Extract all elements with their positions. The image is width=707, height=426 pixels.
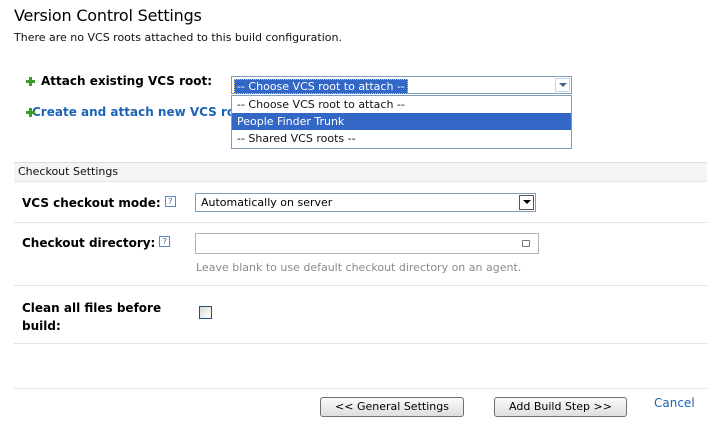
page-title: Version Control Settings — [14, 6, 202, 25]
plus-icon — [26, 76, 35, 86]
vcs-root-select-value: -- Choose VCS root to attach -- — [234, 79, 408, 94]
checkout-mode-label-row: VCS checkout mode:? — [22, 196, 176, 210]
create-vcs-root-label[interactable]: Create and attach new VCS root — [32, 105, 231, 119]
attach-vcs-root-row: Attach existing VCS root: — [26, 74, 212, 88]
checkout-dir-label-row: Checkout directory:? — [22, 236, 171, 250]
chevron-down-icon[interactable] — [555, 78, 570, 92]
general-settings-button[interactable]: << General Settings — [320, 397, 464, 417]
clean-files-label: Clean all files before build: — [22, 299, 161, 335]
chevron-down-icon[interactable] — [519, 195, 534, 210]
clean-files-label-line1: Clean all files before — [22, 301, 162, 315]
vcs-root-select[interactable]: -- Choose VCS root to attach -- — [231, 76, 572, 94]
checkout-dir-hint: Leave blank to use default checkout dire… — [196, 261, 522, 274]
help-icon[interactable]: ? — [164, 196, 176, 207]
checkout-mode-select[interactable]: Automatically on server — [195, 193, 536, 212]
row-divider — [14, 222, 707, 223]
checkout-dir-label: Checkout directory: — [22, 236, 156, 250]
row-divider — [14, 343, 707, 344]
cancel-link[interactable]: Cancel — [654, 396, 695, 410]
create-vcs-root-link[interactable]: Create and attach new VCS root — [26, 105, 231, 119]
page-subtitle: There are no VCS roots attached to this … — [14, 31, 342, 44]
dropdown-option-people-finder-trunk[interactable]: People Finder Trunk — [232, 113, 571, 130]
checkout-mode-value: Automatically on server — [201, 196, 333, 209]
directory-picker-icon[interactable] — [522, 240, 530, 247]
clean-files-checkbox[interactable] — [199, 306, 212, 319]
footer-divider — [14, 388, 707, 389]
checkout-directory-input[interactable] — [195, 233, 539, 254]
attach-vcs-root-label: Attach existing VCS root: — [41, 74, 213, 88]
dropdown-option-shared-roots[interactable]: -- Shared VCS roots -- — [232, 130, 571, 147]
clean-files-label-line2: build: — [22, 319, 61, 333]
dropdown-option-choose[interactable]: -- Choose VCS root to attach -- — [232, 96, 571, 113]
help-icon[interactable]: ? — [159, 236, 171, 247]
checkout-settings-header: Checkout Settings — [14, 162, 707, 182]
add-build-step-button[interactable]: Add Build Step >> — [494, 397, 627, 417]
checkout-mode-label: VCS checkout mode: — [22, 196, 161, 210]
vcs-root-dropdown-list: -- Choose VCS root to attach -- People F… — [231, 95, 572, 149]
row-divider — [14, 285, 707, 286]
